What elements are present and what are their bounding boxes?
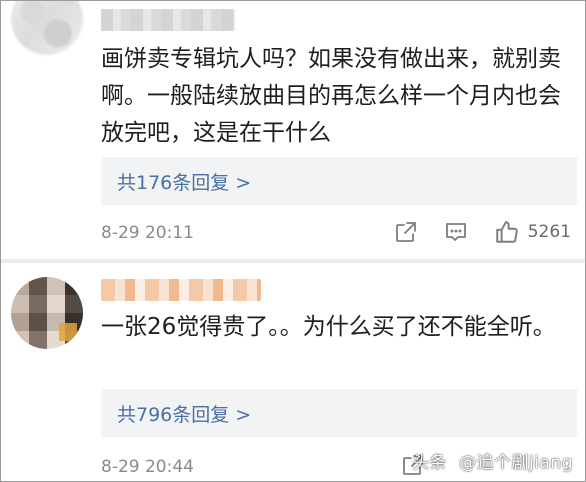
like-button[interactable]: 5261 — [494, 219, 571, 245]
view-replies-button[interactable]: 共176条回复 > — [101, 157, 577, 205]
replies-count-label: 共176条回复 > — [117, 171, 252, 194]
avatar[interactable] — [11, 277, 83, 349]
avatar[interactable] — [11, 1, 83, 55]
comment-timestamp: 8-29 20:11 — [101, 223, 194, 243]
comment-button[interactable] — [444, 220, 468, 244]
username-blurred[interactable] — [101, 279, 261, 301]
comment-timestamp: 8-29 20:44 — [101, 457, 194, 477]
watermark-handle: @追个剧jiang — [459, 453, 573, 473]
watermark-brand: 头条 — [412, 453, 448, 473]
share-button[interactable] — [394, 220, 418, 244]
comment-text: 画饼卖专辑坑人吗？如果没有做出来，就别卖啊。一般陆续放曲目的再怎么样一个月内也会… — [101, 46, 561, 146]
like-icon — [496, 221, 518, 243]
comment-text: 一张26觉得贵了。。为什么买了还不能全听。 — [101, 314, 556, 340]
comment-actions: 5261 — [368, 219, 571, 245]
like-count: 5261 — [527, 222, 571, 242]
username-blurred[interactable] — [101, 9, 235, 31]
comment-list: 画饼卖专辑坑人吗？如果没有做出来，就别卖啊。一般陆续放曲目的再怎么样一个月内也会… — [0, 0, 586, 482]
comment-icon — [445, 223, 466, 241]
view-replies-button[interactable]: 共796条回复 > — [101, 389, 577, 437]
share-icon — [395, 222, 416, 242]
replies-count-label: 共796条回复 > — [117, 403, 252, 426]
comment-item: 画饼卖专辑坑人吗？如果没有做出来，就别卖啊。一般陆续放曲目的再怎么样一个月内也会… — [1, 1, 585, 259]
watermark: 头条 @追个剧jiang — [412, 448, 573, 473]
